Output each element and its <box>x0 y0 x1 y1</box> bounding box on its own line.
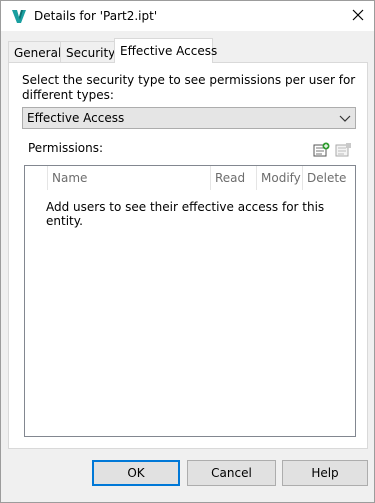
help-button-label: Help <box>311 466 339 480</box>
permissions-label: Permissions: <box>28 141 104 155</box>
column-header-spacer <box>25 166 48 190</box>
column-header-name[interactable]: Name <box>48 166 211 190</box>
close-icon <box>352 9 364 24</box>
remove-user-icon[interactable] <box>335 142 352 158</box>
vault-logo-icon <box>11 8 27 24</box>
title-bar: Details for 'Part2.ipt' <box>1 1 374 31</box>
tab-security-label: Security <box>66 46 116 60</box>
column-header-read[interactable]: Read <box>211 166 257 190</box>
cancel-button[interactable]: Cancel <box>187 460 276 486</box>
tab-general[interactable]: General <box>8 41 61 63</box>
security-type-dropdown[interactable]: Effective Access <box>22 107 356 129</box>
tab-security[interactable]: Security <box>60 41 115 63</box>
ok-button[interactable]: OK <box>92 460 180 486</box>
instruction-text: Select the security type to see permissi… <box>22 73 356 102</box>
column-header-modify[interactable]: Modify <box>257 166 303 190</box>
add-user-icon[interactable] <box>313 142 330 158</box>
tab-general-label: General <box>14 46 62 60</box>
ok-button-label: OK <box>127 466 145 480</box>
cancel-button-label: Cancel <box>211 466 252 480</box>
tab-effective-access-label: Effective Access <box>120 44 218 58</box>
help-button[interactable]: Help <box>282 460 368 486</box>
permissions-list[interactable]: Name Read Modify Delete Add users to see… <box>24 165 356 437</box>
security-type-value: Effective Access <box>27 111 125 125</box>
empty-list-message: Add users to see their effective access … <box>46 200 325 228</box>
tab-effective-access[interactable]: Effective Access <box>114 38 217 63</box>
close-button[interactable] <box>344 4 372 28</box>
window-title: Details for 'Part2.ipt' <box>34 9 158 23</box>
details-dialog: Details for 'Part2.ipt' General Security… <box>0 0 375 503</box>
column-header-delete[interactable]: Delete <box>303 166 357 190</box>
chevron-down-icon <box>339 113 351 123</box>
